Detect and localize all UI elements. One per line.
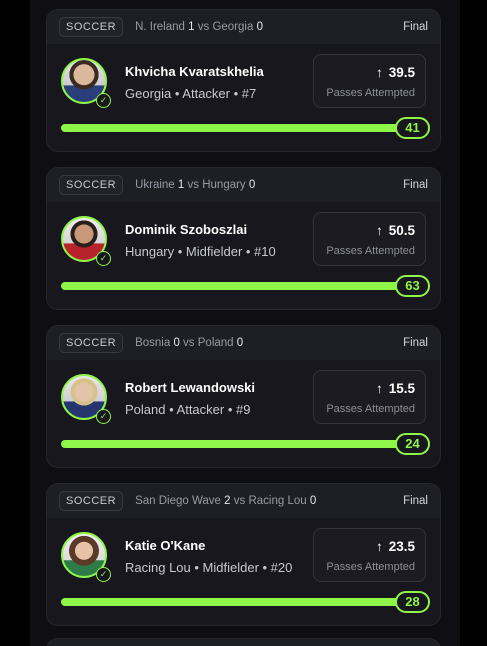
stat-label: Passes Attempted [326, 403, 415, 415]
stat-line: ↑ 15.5 [375, 381, 415, 396]
progress-track [61, 124, 401, 132]
progress-track [61, 598, 401, 606]
sport-badge: SOCCER [59, 333, 124, 353]
card-header: SOCCER Bosnia 0 vs Poland 0 Final [47, 326, 440, 360]
progress-fill [61, 440, 401, 448]
stat-label: Passes Attempted [326, 245, 415, 257]
progress-track [61, 440, 401, 448]
checkmark-icon: ✓ [96, 93, 111, 108]
stat-line: ↑ 23.5 [375, 539, 415, 554]
arrow-up-icon: ↑ [375, 65, 383, 80]
stat-line-box[interactable]: ↑ 50.5 Passes Attempted [313, 212, 426, 266]
next-card-peek [46, 638, 441, 646]
actual-value-badge: 63 [395, 275, 430, 297]
card-header: SOCCER Ukraine 1 vs Hungary 0 Final [47, 168, 440, 202]
stat-line-box[interactable]: ↑ 15.5 Passes Attempted [313, 370, 426, 424]
player-meta: Georgia • Attacker • #7 [125, 86, 257, 101]
player-meta: Poland • Attacker • #9 [125, 402, 251, 417]
progress-fill [61, 124, 401, 132]
progress-fill [61, 598, 401, 606]
stat-label: Passes Attempted [326, 87, 415, 99]
stat-line-box[interactable]: ↑ 23.5 Passes Attempted [313, 528, 426, 582]
progress-track [61, 282, 401, 290]
actual-value-badge: 24 [395, 433, 430, 455]
pick-card[interactable]: SOCCER Ukraine 1 vs Hungary 0 Final ✓ Do… [46, 167, 441, 310]
arrow-up-icon: ↑ [375, 381, 383, 396]
stat-line-box[interactable]: ↑ 39.5 Passes Attempted [313, 54, 426, 108]
player-name: Dominik Szoboszlai [125, 222, 248, 237]
player-name: Robert Lewandowski [125, 380, 256, 395]
stat-label: Passes Attempted [326, 561, 415, 573]
arrow-up-icon: ↑ [375, 539, 383, 554]
pick-card[interactable]: SOCCER San Diego Wave 2 vs Racing Lou 0 … [46, 483, 441, 626]
matchup: Bosnia 0 vs Poland 0 [135, 337, 244, 349]
stat-line: ↑ 50.5 [375, 223, 415, 238]
game-status: Final [403, 179, 428, 191]
matchup: N. Ireland 1 vs Georgia 0 [135, 21, 263, 33]
actual-value-badge: 41 [395, 117, 430, 139]
sport-badge: SOCCER [59, 17, 124, 37]
matchup: San Diego Wave 2 vs Racing Lou 0 [135, 495, 317, 507]
progress-fill [61, 282, 401, 290]
matchup: Ukraine 1 vs Hungary 0 [135, 179, 256, 191]
game-status: Final [403, 21, 428, 33]
pick-card[interactable]: SOCCER N. Ireland 1 vs Georgia 0 Final ✓… [46, 9, 441, 152]
checkmark-icon: ✓ [96, 251, 111, 266]
stat-line: ↑ 39.5 [375, 65, 415, 80]
game-status: Final [403, 337, 428, 349]
actual-value-badge: 28 [395, 591, 430, 613]
player-name: Khvicha Kvaratskhelia [125, 64, 264, 79]
arrow-up-icon: ↑ [375, 223, 383, 238]
checkmark-icon: ✓ [96, 409, 111, 424]
player-meta: Hungary • Midfielder • #10 [125, 244, 276, 259]
game-status: Final [403, 495, 428, 507]
player-name: Katie O'Kane [125, 538, 206, 553]
sport-badge: SOCCER [59, 175, 124, 195]
pick-card[interactable]: SOCCER Bosnia 0 vs Poland 0 Final ✓ Robe… [46, 325, 441, 468]
player-meta: Racing Lou • Midfielder • #20 [125, 560, 293, 575]
picks-feed[interactable]: SOCCER N. Ireland 1 vs Georgia 0 Final ✓… [30, 0, 460, 646]
checkmark-icon: ✓ [96, 567, 111, 582]
card-header: SOCCER San Diego Wave 2 vs Racing Lou 0 … [47, 484, 440, 518]
sport-badge: SOCCER [59, 491, 124, 511]
card-header: SOCCER N. Ireland 1 vs Georgia 0 Final [47, 10, 440, 44]
